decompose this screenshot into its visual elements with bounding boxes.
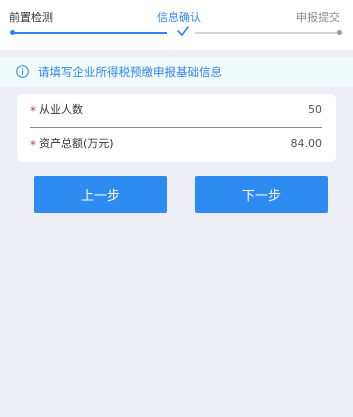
step-precheck-label: 前置检测 — [9, 11, 53, 24]
required-mark: * — [30, 104, 36, 118]
required-mark: * — [30, 138, 36, 152]
step-confirm-label: 信息确认 — [157, 11, 201, 24]
next-step-button[interactable]: 下一步 — [195, 176, 328, 213]
info-notice: 请填写企业所得税预缴申报基础信息 — [0, 57, 353, 87]
basic-info-form: * 从业人数 50 * 资产总额(万元) 84.00 — [17, 94, 336, 162]
employee-count-value[interactable]: 50 — [308, 103, 322, 117]
employee-count-row[interactable]: * 从业人数 50 — [17, 94, 336, 128]
total-assets-label: 资产总额(万元) — [39, 137, 114, 150]
employee-count-label: 从业人数 — [39, 103, 83, 116]
step-submit-dot — [337, 30, 342, 35]
check-icon — [177, 26, 189, 36]
total-assets-value[interactable]: 84.00 — [291, 137, 323, 151]
step-progress-pending-line — [195, 32, 338, 34]
info-icon — [16, 65, 29, 78]
notice-text: 请填写企业所得税预缴申报基础信息 — [38, 65, 222, 79]
step-progress-bar: 前置检测 信息确认 申报提交 — [0, 0, 353, 50]
step-submit-label: 申报提交 — [296, 11, 340, 24]
previous-step-button[interactable]: 上一步 — [34, 176, 167, 213]
step-progress-done-line — [14, 32, 167, 34]
total-assets-row[interactable]: * 资产总额(万元) 84.00 — [17, 128, 336, 162]
